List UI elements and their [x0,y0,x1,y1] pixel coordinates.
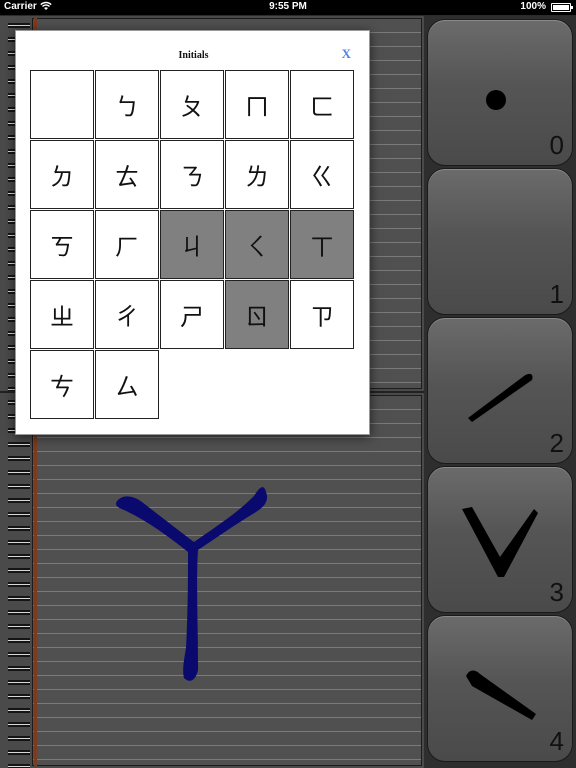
status-bar: Carrier 9:55 PM 100% [0,0,576,15]
stroke-number: 1 [549,279,564,309]
close-button[interactable]: X [342,46,351,62]
stroke-number: 2 [549,428,564,458]
handwritten-glyph [116,487,268,681]
glyph-stroke [116,487,268,681]
stroke-button-2[interactable]: 2 [427,317,573,464]
initial-cell[interactable]: ㄈ [290,70,354,139]
initial-cell[interactable]: ㄆ [160,70,224,139]
initial-cell[interactable]: ㄖ [225,280,289,349]
stroke-number: 3 [549,577,564,607]
spiral-binding [4,393,30,768]
clock: 9:55 PM [269,1,307,12]
initial-cell[interactable]: ㄋ [160,140,224,209]
stroke-number: 4 [549,726,564,756]
initial-cell[interactable]: ㄇ [225,70,289,139]
battery-percent: 100% [520,1,546,12]
initial-cell[interactable]: ㄐ [160,210,224,279]
initial-cell[interactable]: ㄏ [95,210,159,279]
initial-cell[interactable]: ㄓ [30,280,94,349]
initial-cell[interactable]: ㄉ [30,140,94,209]
initial-cell[interactable]: ㄑ [225,210,289,279]
initial-cell[interactable]: ㄅ [95,70,159,139]
initial-cell[interactable]: ㄎ [30,210,94,279]
initial-cell[interactable]: ㄒ [290,210,354,279]
stroke-button-0[interactable]: 0 [427,19,573,166]
initial-cell[interactable]: ㄔ [95,280,159,349]
initial-cell[interactable]: ㄙ [95,350,159,419]
margin-line [34,395,37,766]
initial-cell[interactable]: ㄌ [225,140,289,209]
initial-cell[interactable]: ㄘ [30,350,94,419]
stroke-number: 0 [549,130,564,160]
stroke-button-4[interactable]: 4 [427,615,573,762]
battery-icon [551,3,573,12]
initials-popover: Initials X ㄅㄆㄇㄈㄉㄊㄋㄌㄍㄎㄏㄐㄑㄒㄓㄔㄕㄖㄗㄘㄙ [15,30,370,435]
initial-cell[interactable]: ㄗ [290,280,354,349]
initial-cell[interactable] [30,70,94,139]
stroke-button-3[interactable]: 3 [427,466,573,613]
initial-cell[interactable]: ㄍ [290,140,354,209]
initial-cell[interactable]: ㄕ [160,280,224,349]
stroke-button-1[interactable]: 1 [427,168,573,315]
stroke-buttons-panel: 0 1 2 3 4 [424,16,576,768]
initial-cell[interactable]: ㄊ [95,140,159,209]
popover-title: Initials [178,50,209,61]
